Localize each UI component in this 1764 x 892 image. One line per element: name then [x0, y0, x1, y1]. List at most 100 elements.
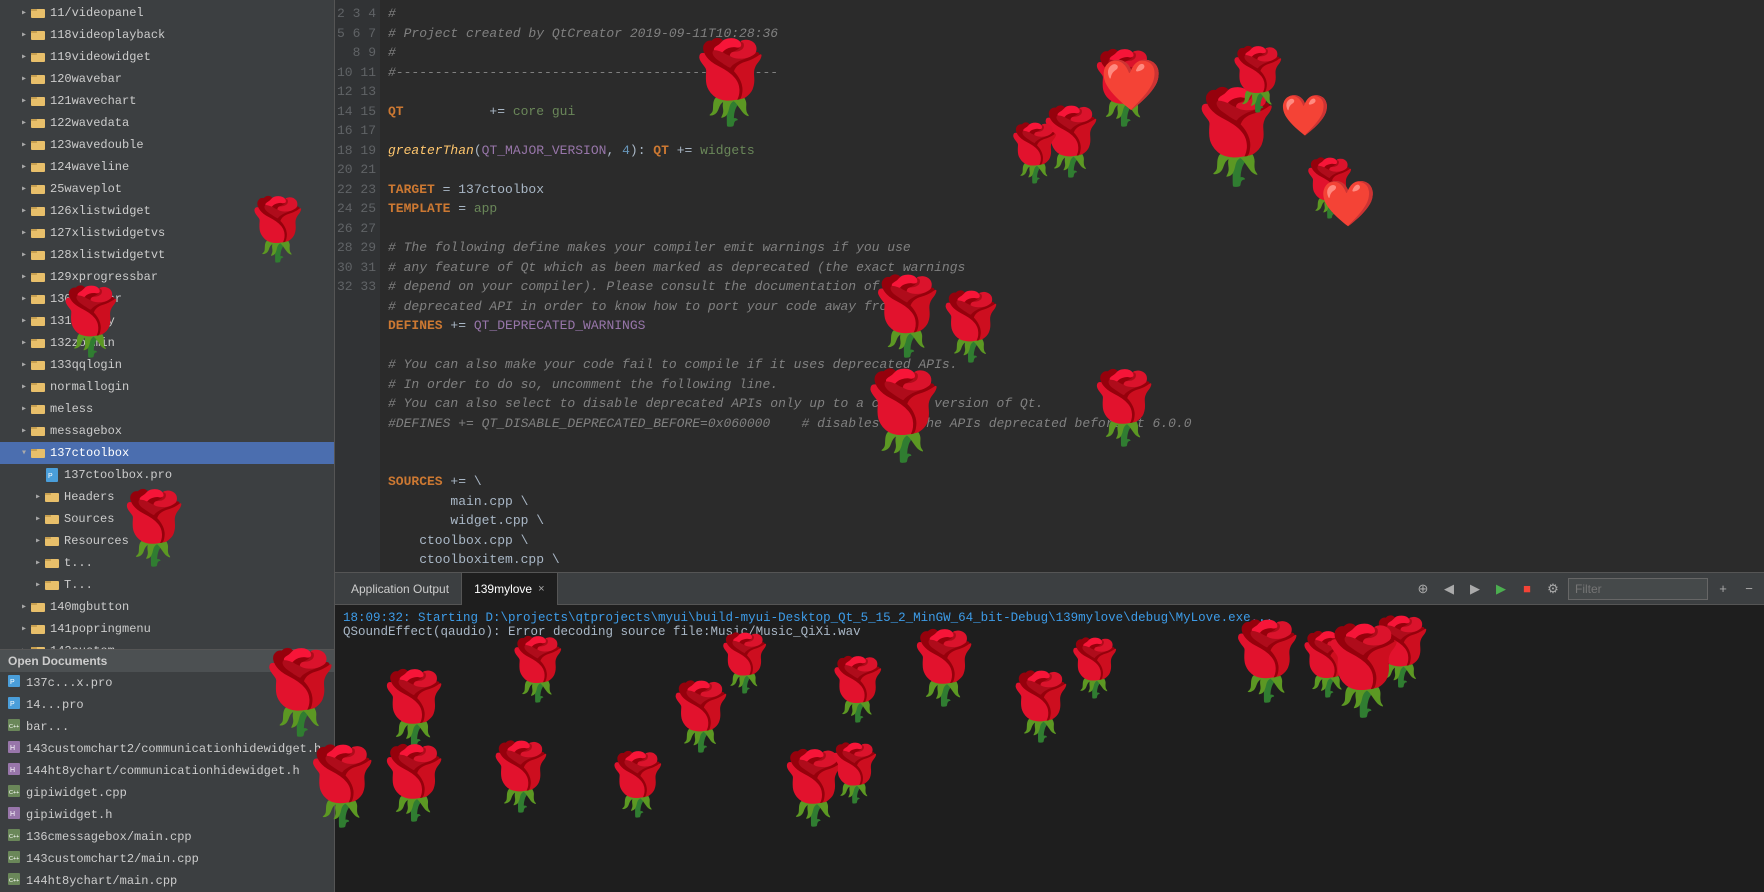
tree-item-140mgbutton[interactable]: ▸140mgbutton: [0, 596, 334, 618]
mylove-tab[interactable]: 139mylove ×: [462, 573, 557, 605]
tree-item-label: 137ctoolbox: [50, 446, 129, 460]
doc-item-label: 143customchart2/main.cpp: [26, 852, 199, 866]
app-output-tab[interactable]: Application Output: [339, 573, 462, 605]
doc-file-icon: H: [8, 807, 20, 823]
tree-item-Sources[interactable]: ▸Sources: [0, 508, 334, 530]
tab-close-button[interactable]: ×: [538, 583, 544, 595]
tree-file-icon: [44, 533, 60, 549]
tree-item-132zoomin[interactable]: ▸132zoomin: [0, 332, 334, 354]
doc-item-136cmessagebox_main[interactable]: C++136cmessagebox/main.cpp: [0, 826, 334, 848]
tree-item-label: 141popringmenu: [50, 622, 151, 636]
tree-item-127xlistwidgetvs[interactable]: ▸127xlistwidgetvs: [0, 222, 334, 244]
tree-item-124waveline[interactable]: ▸124waveline: [0, 156, 334, 178]
tree-item-141popringmenu[interactable]: ▸141popringmenu: [0, 618, 334, 640]
tree-file-icon: [30, 379, 46, 395]
tree-item-label: 120wavebar: [50, 72, 122, 86]
svg-text:H: H: [10, 811, 15, 818]
tree-item-messagebox[interactable]: ▸messagebox: [0, 420, 334, 442]
tree-arrow-icon: ▸: [18, 117, 30, 129]
tree-file-icon: [30, 27, 46, 43]
build-button[interactable]: ⚙: [1542, 578, 1564, 600]
file-tree[interactable]: ▸11/videopanel▸118videoplayback▸119video…: [0, 0, 334, 649]
tree-item-118videoplayback[interactable]: ▸ 118videoplayback: [0, 24, 334, 46]
pin-button[interactable]: ⊕: [1412, 578, 1434, 600]
tree-item-131zhtopy[interactable]: ▸131zhtopy: [0, 310, 334, 332]
tree-item-label: 130xslider: [50, 292, 122, 306]
tree-item-11videopanel[interactable]: ▸11/videopanel: [0, 2, 334, 24]
doc-file-icon: H: [8, 763, 20, 779]
tree-item-128xlistwidgetvt[interactable]: ▸128xlistwidgetvt: [0, 244, 334, 266]
add-button[interactable]: +: [1712, 578, 1734, 600]
tree-item-label: 140mgbutton: [50, 600, 129, 614]
tree-item-label: 119videowidget: [50, 50, 151, 64]
tree-file-icon: [30, 137, 46, 153]
tree-item-normallogin[interactable]: ▸normallogin: [0, 376, 334, 398]
next-button[interactable]: ▶: [1464, 578, 1486, 600]
tree-file-icon: [30, 5, 46, 21]
tree-item-meless[interactable]: ▸ meless: [0, 398, 334, 420]
doc-item-143customchart2_main[interactable]: C++ 143customchart2/main.cpp: [0, 848, 334, 870]
tree-item-122wavedata[interactable]: ▸122wavedata: [0, 112, 334, 134]
tree-item-125waveplot[interactable]: ▸25waveplot: [0, 178, 334, 200]
tree-item-137ctoolbox_pro[interactable]: P137ctoolbox.pro: [0, 464, 334, 486]
tree-arrow-icon: ▸: [18, 403, 30, 415]
svg-text:P: P: [10, 701, 15, 708]
tree-item-t_item2[interactable]: ▸T...: [0, 574, 334, 596]
tree-item-137ctoolbox[interactable]: ▾137ctoolbox: [0, 442, 334, 464]
tree-item-126xlistwidget[interactable]: ▸126xlistwidget: [0, 200, 334, 222]
output-line-1: 18:09:32: Starting D:\projects\qtproject…: [343, 611, 1756, 625]
tree-item-129xprogressbar[interactable]: ▸129xprogressbar: [0, 266, 334, 288]
prev-button[interactable]: ◀: [1438, 578, 1460, 600]
doc-item-gipiwidget_h[interactable]: Hgipiwidget.h: [0, 804, 334, 826]
doc-item-137ctoolbox_pro2[interactable]: P137c...x.pro: [0, 672, 334, 694]
open-docs-list[interactable]: P137c...x.proP14...proC++bar...H143custo…: [0, 672, 334, 892]
doc-item-144ht8ychart_communication[interactable]: H 144ht8ychart/communicationhidewidget.h: [0, 760, 334, 782]
tree-arrow-icon: ▸: [32, 513, 44, 525]
doc-item-label: 14...pro: [26, 698, 84, 712]
tree-item-120wavebar[interactable]: ▸120wavebar: [0, 68, 334, 90]
tree-item-label: t...: [64, 556, 93, 570]
tree-file-icon: [30, 445, 46, 461]
output-content: 18:09:32: Starting D:\projects\qtproject…: [335, 605, 1764, 892]
code-content[interactable]: # # Project created by QtCreator 2019-09…: [380, 0, 1764, 572]
stop-button[interactable]: ■: [1516, 578, 1538, 600]
tree-file-icon: [30, 71, 46, 87]
tree-item-119videowidget[interactable]: ▸119videowidget: [0, 46, 334, 68]
filter-input[interactable]: [1568, 578, 1708, 600]
doc-item-label: 144ht8ychart/communicationhidewidget.h: [26, 764, 300, 778]
doc-item-144ht8ychart_main[interactable]: C++144ht8ychart/main.cpp: [0, 870, 334, 892]
doc-item-14x_pro[interactable]: P 14...pro: [0, 694, 334, 716]
doc-file-icon: P: [8, 697, 20, 713]
code-editor: 2 3 4 5 6 7 8 9 10 11 12 13 14 15 16 17 …: [335, 0, 1764, 572]
tree-arrow-icon: ▸: [18, 29, 30, 41]
tree-item-t_item1[interactable]: ▸ t...: [0, 552, 334, 574]
tree-item-121wavechart[interactable]: ▸121wavechart: [0, 90, 334, 112]
tree-item-Resources[interactable]: ▸Resources: [0, 530, 334, 552]
tree-item-130xslider[interactable]: ▸130xslider: [0, 288, 334, 310]
output-tabs: Application Output 139mylove × ⊕ ◀ ▶ ▶ ■…: [335, 573, 1764, 605]
doc-item-143customchart2_communication[interactable]: H143customchart2/communicationhidewidget…: [0, 738, 334, 760]
minus-button[interactable]: −: [1738, 578, 1760, 600]
doc-item-label: bar...: [26, 720, 69, 734]
tree-item-label: meless: [50, 402, 93, 416]
tree-item-Headers[interactable]: ▸Headers: [0, 486, 334, 508]
tree-item-123wavedouble[interactable]: ▸123wavedouble: [0, 134, 334, 156]
tree-item-142custom[interactable]: ▸142custom...: [0, 640, 334, 649]
tree-file-icon: P: [44, 467, 60, 483]
tree-item-label: 131zhtopy: [50, 314, 115, 328]
svg-text:C++: C++: [9, 856, 19, 862]
tree-item-label: T...: [64, 578, 93, 592]
doc-file-icon: H: [8, 741, 20, 757]
doc-item-label: 137c...x.pro: [26, 676, 112, 690]
tree-item-label: 121wavechart: [50, 94, 136, 108]
run-button[interactable]: ▶: [1490, 578, 1512, 600]
tree-item-label: 118videoplayback: [50, 28, 165, 42]
tree-item-label: Resources: [64, 534, 129, 548]
tree-arrow-icon: ▸: [32, 557, 44, 569]
tree-file-icon: [30, 115, 46, 131]
doc-item-bar_something[interactable]: C++bar...: [0, 716, 334, 738]
tree-arrow-icon: ▸: [32, 491, 44, 503]
doc-item-gipiwidget_cpp[interactable]: C++gipiwidget.cpp: [0, 782, 334, 804]
tree-item-133qqlogin[interactable]: ▸133qqlogin: [0, 354, 334, 376]
sidebar: ▸11/videopanel▸118videoplayback▸119video…: [0, 0, 335, 892]
